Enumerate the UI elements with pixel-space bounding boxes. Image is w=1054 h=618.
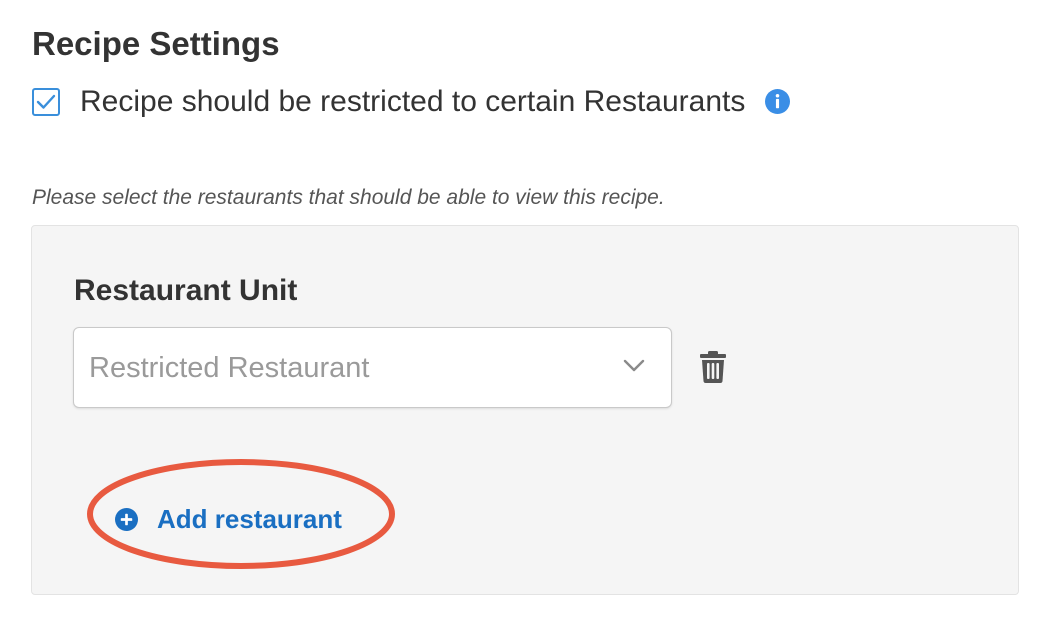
add-restaurant-button[interactable]: Add restaurant (115, 502, 342, 536)
restaurant-select-value: Restricted Restaurant (89, 352, 370, 384)
plus-circle-icon (115, 507, 138, 531)
restaurant-selection-hint: Please select the restaurants that shoul… (32, 186, 665, 209)
add-restaurant-label: Add restaurant (157, 504, 342, 534)
restrict-option-row: Recipe should be restricted to certain R… (32, 85, 791, 142)
restaurant-unit-label: Restaurant Unit (74, 274, 298, 307)
restaurant-select[interactable]: Restricted Restaurant (73, 327, 672, 408)
restaurant-panel: Restaurant Unit Restricted Restaurant Ad… (31, 225, 1019, 595)
chevron-down-icon (623, 359, 645, 372)
trash-icon[interactable] (699, 351, 727, 383)
info-icon[interactable] (765, 89, 791, 114)
recipe-settings-page: Recipe Settings Recipe should be restric… (0, 0, 1054, 618)
restrict-checkbox[interactable] (32, 88, 60, 116)
restrict-checkbox-label[interactable]: Recipe should be restricted to certain R… (80, 74, 745, 130)
page-title: Recipe Settings (32, 25, 280, 62)
check-icon (36, 94, 56, 109)
